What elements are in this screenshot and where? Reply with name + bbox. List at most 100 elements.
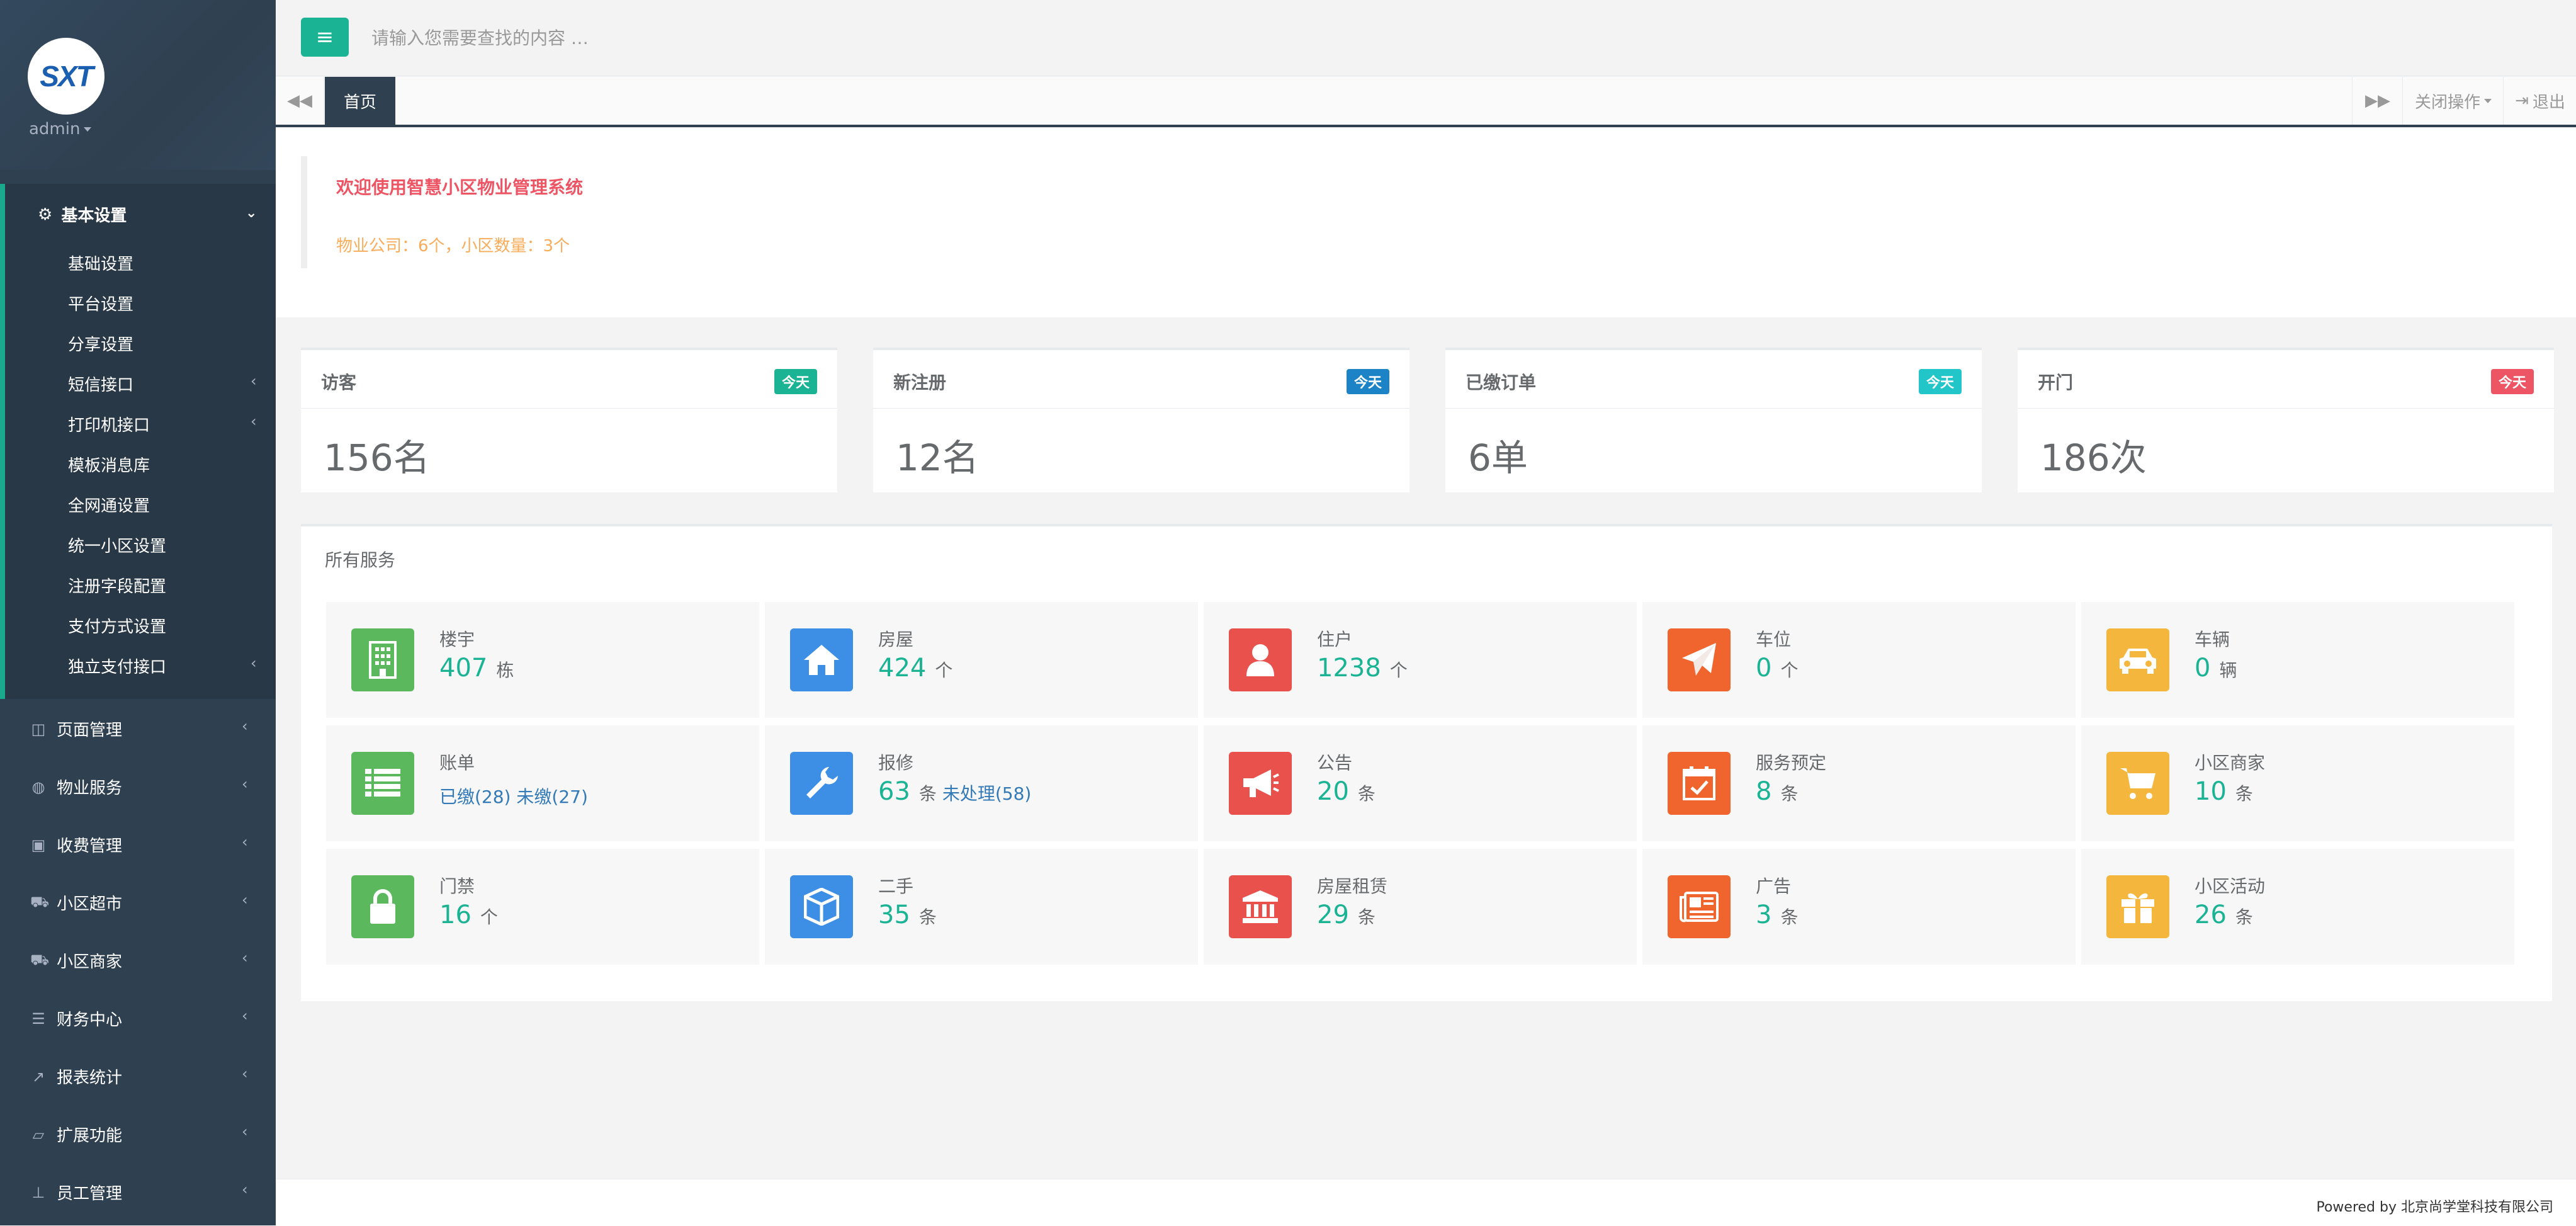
sub-item-network[interactable]: 全网通设置 — [68, 493, 150, 516]
paid-link[interactable]: 已缴(28) — [439, 786, 511, 807]
sub-item-sms[interactable]: 短信接口 ‹ — [68, 372, 257, 395]
service-name: 服务预定 — [1756, 752, 1827, 773]
sub-item-basic[interactable]: 基础设置 — [68, 251, 133, 275]
service-name: 房屋租赁 — [1317, 876, 1388, 897]
sub-item-unified[interactable]: 统一小区设置 — [68, 533, 166, 557]
service-count: 63 条 未处理(58) — [878, 777, 1032, 806]
service-count: 0个 — [1756, 654, 1799, 683]
sub-item-template[interactable]: 模板消息库 — [68, 453, 150, 476]
list-icon — [351, 752, 414, 815]
truck-icon: ⛟ — [30, 951, 50, 968]
chevron-left-icon: ‹ — [251, 372, 257, 390]
sub-item-payment[interactable]: 支付方式设置 — [68, 614, 166, 637]
gift-icon — [2106, 875, 2169, 938]
sidebar-item-supermarket[interactable]: ⛟ 小区超市 ‹ — [30, 891, 257, 914]
service-rentals[interactable]: 房屋租赁 29 条 — [1204, 849, 1637, 965]
divider — [301, 408, 837, 409]
nav-group-basic-settings: ⚙ 基本设置 ⌄ 基础设置 平台设置 分享设置 短信接口 ‹ 打印机接口 ‹ 模板消… — [0, 184, 276, 699]
sidebar-item-reports[interactable]: ↗ 报表统计 ‹ — [30, 1065, 257, 1088]
services-title: 所有服务 — [325, 550, 396, 570]
bars-icon: ≡ — [315, 25, 334, 50]
service-count: 1238 个 — [1317, 654, 1408, 683]
service-count: 424 个 — [878, 654, 953, 683]
card-title: 已缴订单 — [1466, 372, 1537, 393]
logout-button[interactable]: ⇥ 退出 — [2503, 77, 2576, 125]
profile-area: SXT admin — [0, 0, 276, 170]
tab-bar: ◀◀ 首页 ▶▶ 关闭操作 ⇥ 退出 — [276, 77, 2576, 127]
service-secondhand[interactable]: 二手 35 条 — [765, 849, 1198, 965]
service-repairs[interactable]: 报修 63 条 未处理(58) — [765, 725, 1198, 841]
columns-icon: ◫ — [31, 720, 46, 738]
service-activities[interactable]: 小区活动 26 条 — [2081, 849, 2514, 965]
welcome-panel: 欢迎使用智慧小区物业管理系统 物业公司：6个，小区数量：3个 — [276, 128, 2576, 317]
service-reservations[interactable]: 服务预定 8条 — [1642, 725, 2076, 841]
cube-icon — [790, 875, 853, 938]
bank-icon — [1229, 875, 1292, 938]
today-badge: 今天 — [1346, 369, 1389, 394]
service-name: 报修 — [878, 752, 914, 773]
service-residents[interactable]: 住户 1238 个 — [1204, 602, 1637, 718]
chevron-left-icon: ‹ — [242, 1065, 248, 1082]
stat-card-registrations: 新注册 今天 12名 — [873, 348, 1409, 492]
gear-icon: ⚙ — [38, 205, 53, 224]
tab-home[interactable]: 首页 — [325, 77, 395, 125]
service-notices[interactable]: 公告 20 条 — [1204, 725, 1637, 841]
cart-icon: ⛟ — [30, 893, 50, 911]
unpaid-link[interactable]: 未缴(27) — [516, 786, 587, 807]
sidebar-item-property[interactable]: ◍ 物业服务 ‹ — [30, 775, 257, 798]
nav-group-label: 基本设置 — [61, 207, 127, 225]
search-input[interactable] — [370, 19, 939, 57]
welcome-stats: 物业公司：6个，小区数量：3个 — [336, 237, 570, 256]
stat-card-door-open: 开门 今天 186次 — [2018, 348, 2554, 492]
card-value: 186次 — [2040, 436, 2147, 479]
wrench-icon — [790, 752, 853, 815]
sidebar-item-fees[interactable]: ▣ 收费管理 ‹ — [30, 833, 257, 856]
sub-item-independent-payment[interactable]: 独立支付接口 ‹ — [68, 654, 257, 678]
welcome-blockquote: 欢迎使用智慧小区物业管理系统 物业公司：6个，小区数量：3个 — [301, 156, 2523, 268]
chevron-left-icon: ‹ — [242, 949, 248, 967]
sub-item-share[interactable]: 分享设置 — [68, 332, 133, 355]
user-icon — [1229, 628, 1292, 691]
sidebar-item-extensions[interactable]: ▱ 扩展功能 ‹ — [30, 1123, 257, 1146]
stat-card-paid-orders: 已缴订单 今天 6单 — [1445, 348, 1982, 492]
shopping-cart-icon — [2106, 752, 2169, 815]
service-buildings[interactable]: 楼宇 407 栋 — [326, 602, 759, 718]
chevron-left-icon: ‹ — [251, 412, 257, 430]
lock-icon — [351, 875, 414, 938]
today-badge: 今天 — [774, 369, 817, 394]
sidebar-item-staff[interactable]: ⊥ 员工管理 ‹ — [30, 1181, 257, 1204]
service-houses[interactable]: 房屋 424 个 — [765, 602, 1198, 718]
sidebar-item-merchants[interactable]: ⛟ 小区商家 ‹ — [30, 949, 257, 972]
sub-item-register-fields[interactable]: 注册字段配置 — [68, 574, 166, 597]
service-name: 房屋 — [878, 629, 914, 650]
service-ads[interactable]: 广告 3条 — [1642, 849, 2076, 965]
service-name: 门禁 — [439, 876, 475, 897]
close-operations-dropdown[interactable]: 关闭操作 — [2402, 77, 2504, 125]
backward-icon: ◀◀ — [287, 91, 312, 110]
service-count: 8条 — [1756, 777, 1799, 806]
logo-text: SXT — [40, 60, 93, 93]
nav-group-header[interactable]: ⚙ 基本设置 ⌄ — [38, 203, 257, 226]
user-menu[interactable]: admin — [29, 120, 92, 139]
tab-scroll-right-button[interactable]: ▶▶ — [2352, 77, 2403, 125]
service-name: 二手 — [878, 876, 914, 897]
sidebar-item-finance[interactable]: ☰ 财务中心 ‹ — [30, 1007, 257, 1030]
service-name: 小区商家 — [2195, 752, 2266, 773]
menu-toggle-button[interactable]: ≡ — [301, 18, 349, 57]
sub-item-printer[interactable]: 打印机接口 ‹ — [68, 412, 257, 436]
unprocessed-link[interactable]: 未处理(58) — [942, 783, 1031, 804]
footer-text: Powered by 北京尚学堂科技有限公司 — [2316, 1200, 2553, 1215]
sidebar-item-pages[interactable]: ◫ 页面管理 ‹ — [30, 717, 257, 741]
service-bills[interactable]: 账单 已缴(28) 未缴(27) — [326, 725, 759, 841]
service-count: 26 条 — [2195, 900, 2253, 929]
sitemap-icon: ⊥ — [31, 1183, 45, 1201]
sub-item-platform[interactable]: 平台设置 — [68, 292, 133, 315]
service-access-control[interactable]: 门禁 16 个 — [326, 849, 759, 965]
service-vehicles[interactable]: 车辆 0辆 — [2081, 602, 2514, 718]
service-merchants[interactable]: 小区商家 10 条 — [2081, 725, 2514, 841]
service-count: 35 条 — [878, 900, 937, 929]
service-parking[interactable]: 车位 0个 — [1642, 602, 2076, 718]
car-icon — [2106, 628, 2169, 691]
card-value: 12名 — [896, 436, 979, 479]
tab-scroll-left-button[interactable]: ◀◀ — [276, 77, 324, 125]
